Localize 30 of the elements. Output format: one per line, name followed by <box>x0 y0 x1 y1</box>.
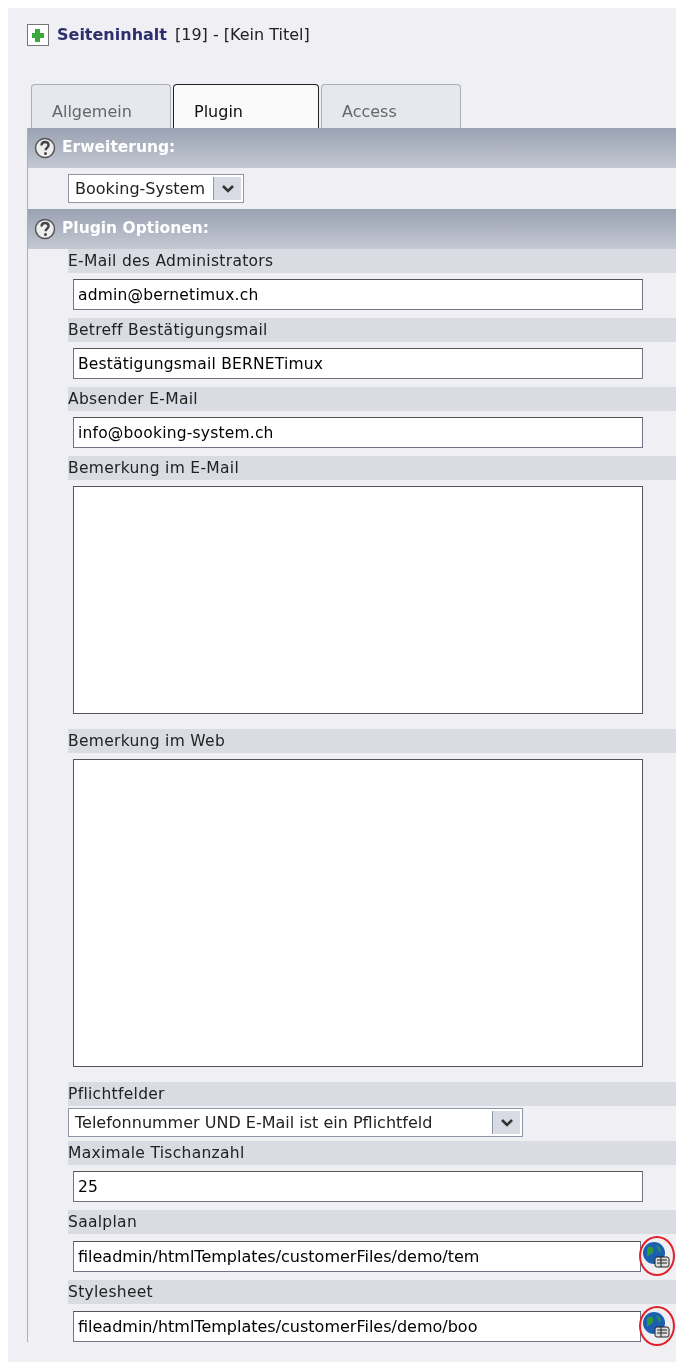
globe-icon[interactable] <box>641 1310 671 1340</box>
help-icon <box>34 218 56 240</box>
field-label: Stylesheet <box>68 1280 676 1304</box>
globe-icon[interactable] <box>641 1240 671 1270</box>
caret-icon <box>220 183 235 194</box>
section-title: Plugin Optionen: <box>62 218 209 240</box>
input-field[interactable]: fileadmin/htmlTemplates/customerFiles/demo/boo <box>73 1310 641 1342</box>
field-label: E-Mail des Administrators <box>68 249 676 273</box>
record-detail: [19] - [Kein Titel] <box>174 24 310 46</box>
dropdown[interactable]: Booking-System <box>68 174 244 203</box>
tab[interactable]: Plugin <box>173 84 319 128</box>
help-icon <box>34 137 56 159</box>
input-field[interactable]: admin@bernetimux.ch <box>73 279 643 310</box>
field-label: Pflichtfelder <box>68 1082 676 1106</box>
caret-icon <box>499 1117 514 1128</box>
tab[interactable]: Allgemein <box>31 84 171 128</box>
tab[interactable]: Access <box>321 84 461 128</box>
input-field[interactable]: 25 <box>73 1171 643 1202</box>
field-label: Bemerkung im Web <box>68 729 676 753</box>
input-field[interactable]: info@booking-system.ch <box>73 417 643 448</box>
field-label: Bemerkung im E-Mail <box>68 456 676 480</box>
field-label: Betreff Bestätigungsmail <box>68 318 676 342</box>
page-title: Seiteninhalt <box>57 24 167 46</box>
input-field[interactable]: Bestätigungsmail BERNETimux <box>73 348 643 379</box>
section-title: Erweiterung: <box>62 137 176 159</box>
field-label: Absender E-Mail <box>68 387 676 411</box>
field-label: Saalplan <box>68 1210 676 1234</box>
dropdown[interactable]: Telefonnummer UND E-Mail ist ein Pflichtfeld <box>68 1108 524 1137</box>
input-field[interactable]: fileadmin/htmlTemplates/customerFiles/demo/tem <box>73 1240 641 1272</box>
field-label: Maximale Tischanzahl <box>68 1141 676 1165</box>
